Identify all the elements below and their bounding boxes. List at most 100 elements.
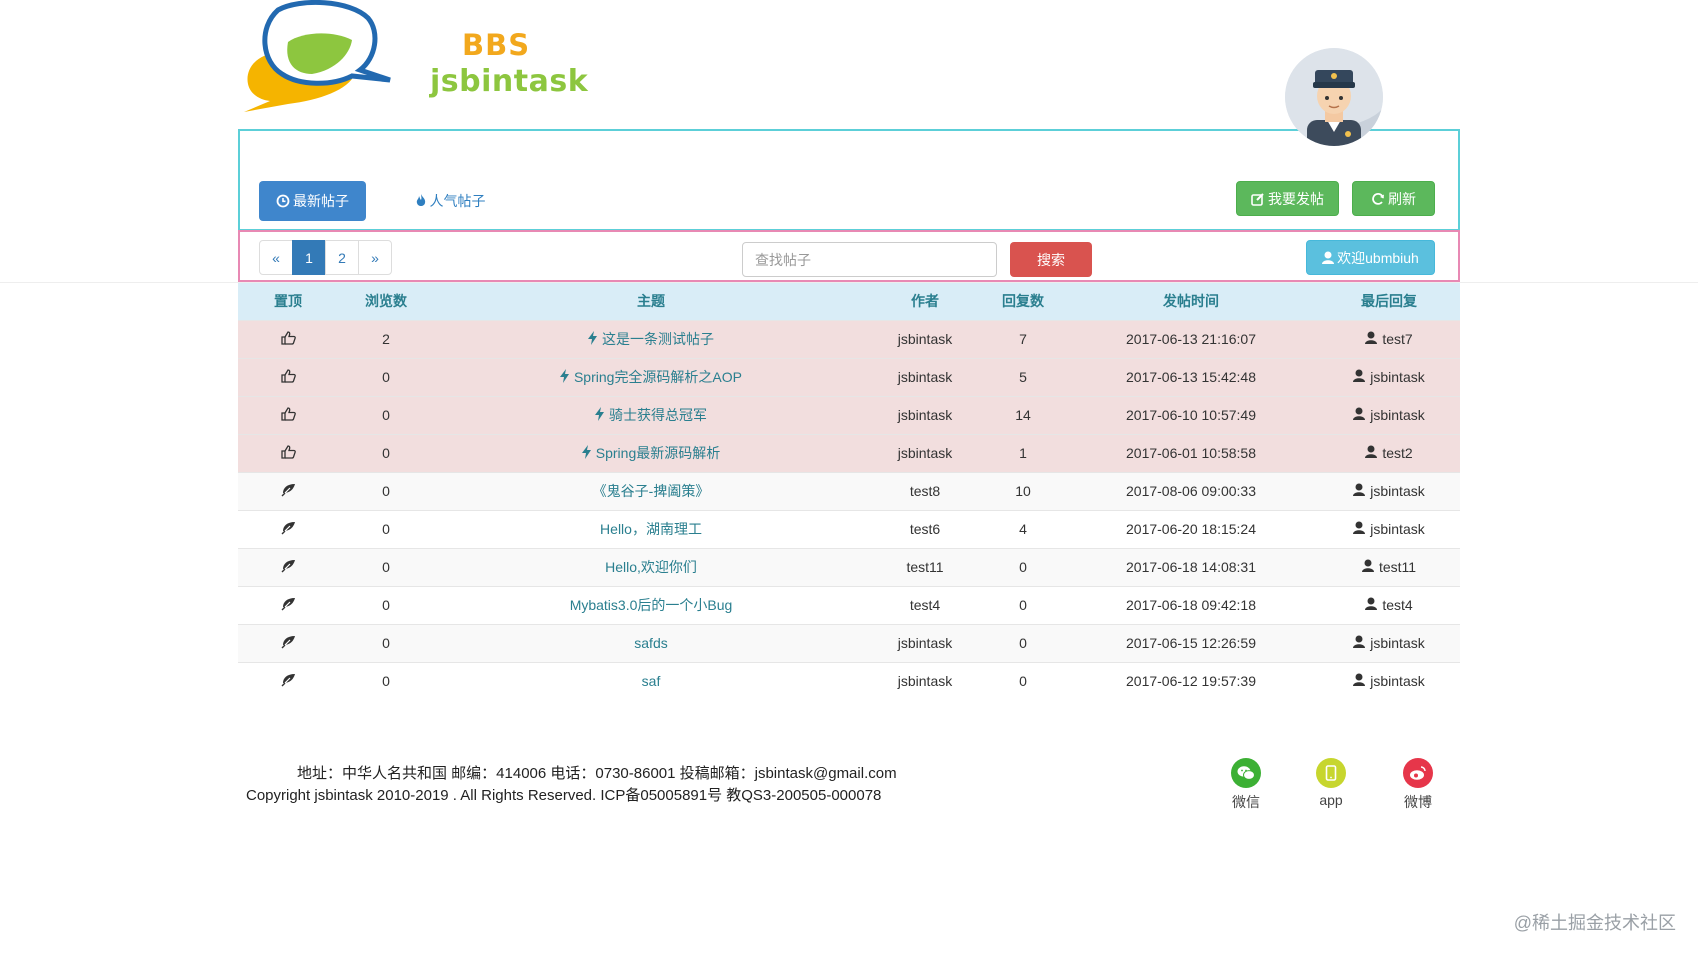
thumbs-up-icon [280, 406, 296, 421]
title-cell[interactable]: Spring最新源码解析 [434, 433, 868, 472]
title-cell[interactable]: 这是一条测试帖子 [434, 319, 868, 358]
title-cell[interactable]: Mybatis3.0后的一个小Bug [434, 585, 868, 624]
replies-cell: 4 [982, 509, 1064, 548]
post-title-link[interactable]: safds [634, 635, 667, 651]
post-title-link[interactable]: 《鬼谷子-捭阖策》 [593, 481, 710, 501]
author-cell: jsbintask [868, 433, 982, 472]
posts-table-body: 2 这是一条测试帖子 jsbintask 7 2017-06-13 21:16:07 te… [238, 319, 1460, 700]
social-app[interactable]: app [1296, 758, 1366, 808]
author-cell: jsbintask [868, 623, 982, 662]
user-icon [1365, 445, 1378, 461]
author-cell: jsbintask [868, 319, 982, 358]
replies-cell: 14 [982, 395, 1064, 434]
table-row[interactable]: 0 safds jsbintask 0 2017-06-15 12:26:59 jsbin… [238, 623, 1460, 662]
last-reply-user: jsbintask [1370, 483, 1425, 499]
pinned-cell [238, 547, 338, 586]
pagination-page-1[interactable]: 1 [292, 240, 326, 275]
replies-cell: 10 [982, 471, 1064, 510]
replies-cell: 0 [982, 661, 1064, 700]
pagination-prev[interactable]: « [259, 240, 293, 275]
views-cell: 0 [338, 433, 434, 472]
tab-popular-label: 人气帖子 [429, 193, 486, 209]
search-input[interactable] [742, 242, 997, 277]
table-row[interactable]: 0 Spring完全源码解析之AOP jsbintask 5 2017-06-13 15… [238, 357, 1460, 396]
views-cell: 0 [338, 585, 434, 624]
author-cell: test6 [868, 509, 982, 548]
post-title-link[interactable]: 骑士获得总冠军 [609, 405, 707, 425]
tab-newest-posts[interactable]: 最新帖子 [259, 181, 366, 221]
post-title-link[interactable]: 这是一条测试帖子 [602, 329, 714, 349]
table-row[interactable]: 0 Mybatis3.0后的一个小Bug test4 0 2017-06-18 09:4… [238, 585, 1460, 624]
site-logo[interactable]: BBS jsbintask [240, 0, 600, 118]
title-cell[interactable]: Hello，湖南理工 [434, 509, 868, 548]
logo-bubbles-icon [244, 0, 391, 112]
pinned-cell [238, 585, 338, 624]
last-reply-user: jsbintask [1370, 369, 1425, 385]
title-cell[interactable]: 骑士获得总冠军 [434, 395, 868, 434]
posts-table: 置顶 浏览数 主题 作者 回复数 发帖时间 最后回复 2 这是一条测试帖子 jsbi… [238, 283, 1460, 700]
leaf-icon [281, 521, 296, 535]
time-cell: 2017-06-13 21:16:07 [1064, 319, 1318, 358]
social-weibo[interactable]: 微博 [1383, 758, 1453, 812]
post-title-link[interactable]: Mybatis3.0后的一个小Bug [570, 595, 733, 615]
footer-address: 地址：中华人名共和国 邮编：414006 电话：0730-86001 投稿邮箱：… [297, 765, 897, 782]
pagination-page-2[interactable]: 2 [325, 240, 359, 275]
user-icon [1365, 331, 1378, 347]
leaf-icon [281, 635, 296, 649]
last-reply-user: jsbintask [1370, 673, 1425, 690]
col-header-time: 发帖时间 [1064, 283, 1318, 320]
new-post-button[interactable]: 我要发帖 [1236, 181, 1339, 216]
title-cell[interactable]: safds [434, 623, 868, 662]
views-cell: 0 [338, 509, 434, 548]
weibo-icon [1403, 758, 1433, 788]
col-header-author: 作者 [868, 283, 982, 320]
pinned-cell [238, 357, 338, 396]
last-reply-user: test11 [1378, 559, 1417, 575]
refresh-button[interactable]: 刷新 [1352, 181, 1435, 216]
post-title-link[interactable]: Spring最新源码解析 [596, 443, 720, 463]
pinned-cell [238, 471, 338, 510]
post-title-link[interactable]: saf [642, 673, 661, 689]
table-row[interactable]: 0 saf jsbintask 0 2017-06-12 19:57:39 jsbinta… [238, 661, 1460, 700]
post-title-link[interactable]: Hello,欢迎你们 [605, 557, 697, 577]
title-cell[interactable]: 《鬼谷子-捭阖策》 [434, 471, 868, 510]
table-row[interactable]: 0 Spring最新源码解析 jsbintask 1 2017-06-01 10:58:… [238, 433, 1460, 472]
pinned-cell [238, 319, 338, 358]
replies-cell: 0 [982, 585, 1064, 624]
time-cell: 2017-06-13 15:42:48 [1064, 357, 1318, 396]
pagination-next[interactable]: » [358, 240, 392, 275]
table-row[interactable]: 0 《鬼谷子-捭阖策》 test8 10 2017-08-06 09:00:33 jsbi… [238, 471, 1460, 510]
edit-icon [1251, 192, 1265, 206]
post-title-link[interactable]: Hello，湖南理工 [600, 519, 702, 539]
post-title-link[interactable]: Spring完全源码解析之AOP [574, 367, 742, 387]
pinned-cell [238, 433, 338, 472]
title-cell[interactable]: Spring完全源码解析之AOP [434, 357, 868, 396]
bolt-icon [581, 444, 591, 462]
logo-text-name: jsbintask [430, 64, 589, 99]
table-row[interactable]: 0 Hello,欢迎你们 test11 0 2017-06-18 14:08:31 tes… [238, 547, 1460, 586]
leaf-icon [281, 597, 296, 611]
bolt-icon [595, 406, 604, 424]
logo-text-bbs: BBS [462, 28, 531, 62]
social-app-label: app [1319, 792, 1343, 808]
pagination: « 1 2 » [259, 240, 392, 275]
time-cell: 2017-06-18 14:08:31 [1064, 547, 1318, 586]
table-row[interactable]: 0 骑士获得总冠军 jsbintask 14 2017-06-10 10:57:49 js… [238, 395, 1460, 434]
time-cell: 2017-06-18 09:42:18 [1064, 585, 1318, 624]
user-avatar[interactable] [1285, 48, 1383, 146]
time-cell: 2017-06-20 18:15:24 [1064, 509, 1318, 548]
pinned-cell [238, 395, 338, 434]
search-button[interactable]: 搜索 [1010, 242, 1092, 277]
user-icon [1361, 559, 1374, 575]
table-row[interactable]: 2 这是一条测试帖子 jsbintask 7 2017-06-13 21:16:07 te… [238, 319, 1460, 358]
last-reply-cell: jsbintask [1318, 471, 1460, 510]
author-cell: test8 [868, 471, 982, 510]
social-wechat[interactable]: 微信 [1211, 758, 1281, 812]
welcome-user-button[interactable]: 欢迎ubmbiuh [1306, 240, 1435, 275]
title-cell[interactable]: Hello,欢迎你们 [434, 547, 868, 586]
table-row[interactable]: 0 Hello，湖南理工 test6 4 2017-06-20 18:15:24 jsbi… [238, 509, 1460, 548]
social-weibo-label: 微博 [1404, 794, 1432, 810]
last-reply-cell: jsbintask [1318, 509, 1460, 548]
title-cell[interactable]: saf [434, 661, 868, 700]
tab-popular-posts[interactable]: 人气帖子 [395, 181, 505, 221]
